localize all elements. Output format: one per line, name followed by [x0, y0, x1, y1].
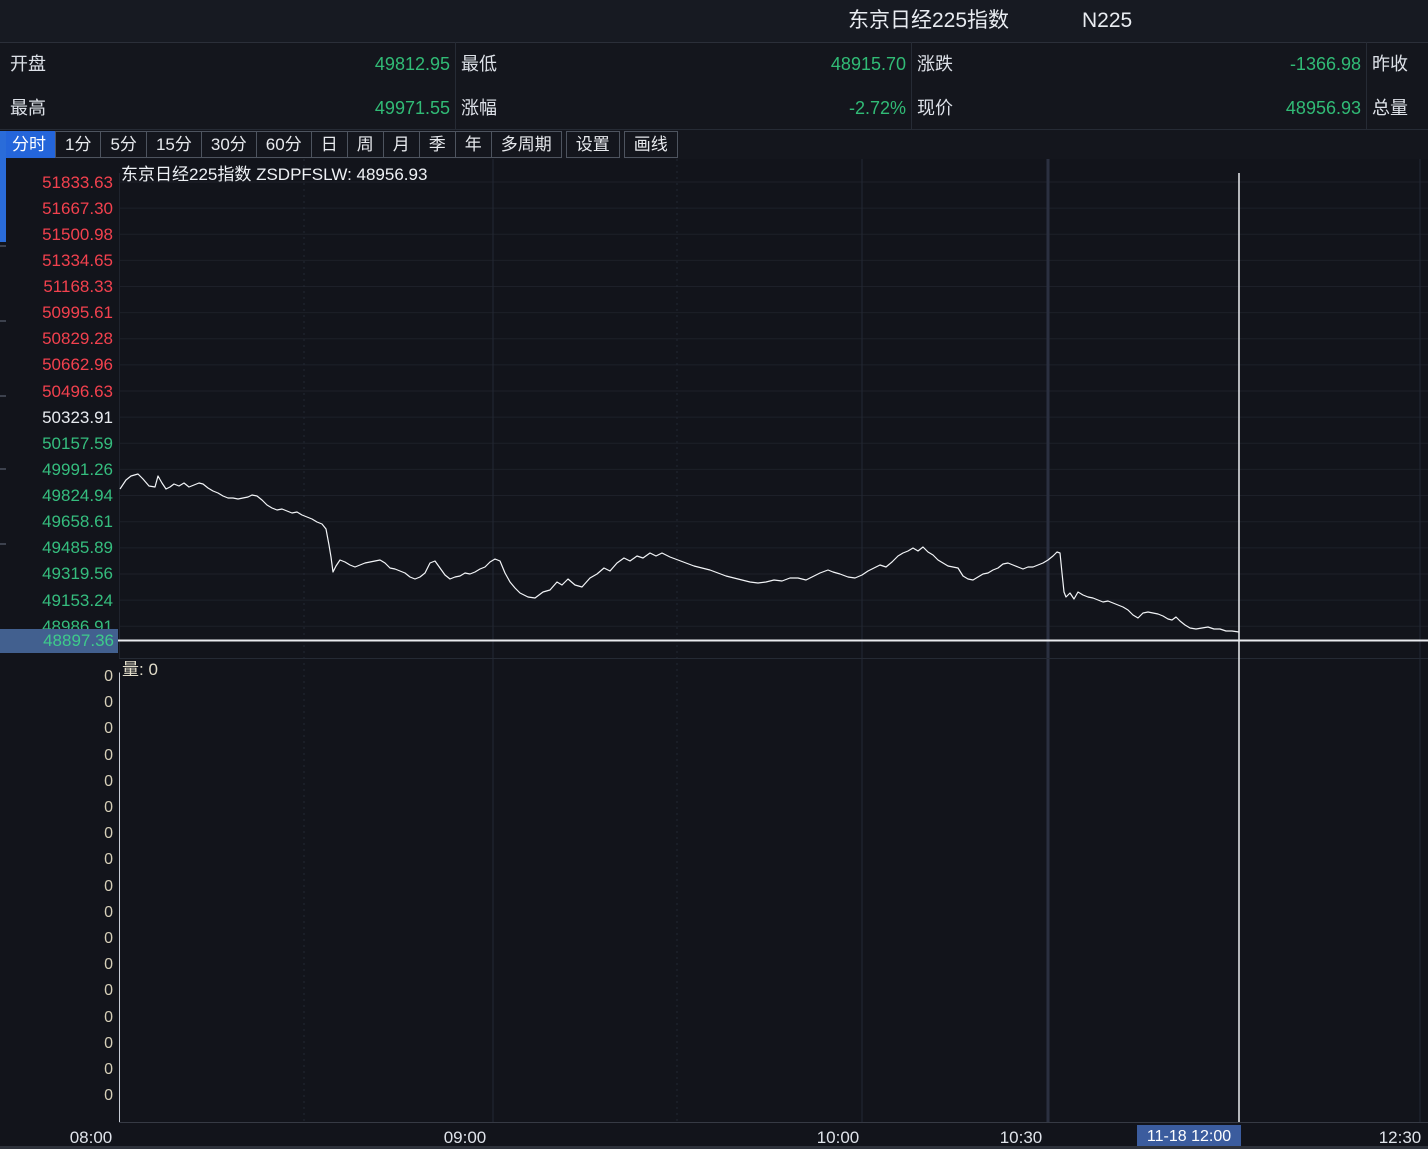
tab-item[interactable]: 日: [311, 131, 348, 158]
volume-axis-label: 0: [0, 746, 113, 766]
tab-item[interactable]: 季: [419, 131, 456, 158]
chart-legend: 东京日经225指数 ZSDPFSLW: 48956.93: [121, 160, 427, 185]
quote-field-label: 现价: [917, 86, 953, 130]
quote-field-label: 昨收: [1372, 42, 1408, 86]
price-volume-chart: [0, 159, 1428, 1149]
left-scrollbar-thumb[interactable]: [0, 131, 6, 242]
volume-axis-label: 0: [0, 772, 113, 792]
tab-item[interactable]: 5分: [100, 131, 146, 158]
y-axis-label: 51168.33: [0, 276, 113, 297]
left-ruler-mark: [0, 468, 6, 470]
y-axis-label: 51500.98: [0, 224, 113, 245]
y-axis-label: 49658.61: [0, 511, 113, 532]
tab-item[interactable]: 1分: [55, 131, 101, 158]
price-line: [120, 474, 1239, 632]
chart-area: 东京日经225指数 ZSDPFSLW: 48956.93 量: 0 51833.…: [0, 159, 1428, 1149]
info-column-divider: [455, 42, 456, 130]
quote-field: 现价 48956.93: [911, 86, 1366, 130]
quote-info-row-2: 最高 49971.55涨幅 -2.72%现价 48956.93总量: [0, 86, 1428, 130]
volume-axis-label: 0: [0, 693, 113, 713]
left-ruler-mark: [0, 543, 6, 545]
y-axis-label: 49824.94: [0, 485, 113, 506]
tab-item[interactable]: 周: [347, 131, 384, 158]
y-axis-label: 49153.24: [0, 590, 113, 611]
quote-field-label: 开盘: [10, 42, 46, 86]
volume-axis-label: 0: [0, 824, 113, 844]
quote-info-row-1: 开盘 49812.95最低 48915.70涨跌 -1366.98昨收: [0, 42, 1428, 86]
y-axis-label: 50323.91: [0, 407, 113, 428]
quote-field: 最高 49971.55: [0, 86, 455, 130]
quote-field: 最低 48915.70: [455, 42, 911, 86]
tab-item[interactable]: 月: [383, 131, 420, 158]
y-axis-label: 51667.30: [0, 198, 113, 219]
tab-item[interactable]: 设置: [566, 131, 620, 158]
tab-item[interactable]: 多周期: [491, 131, 562, 158]
tab-item[interactable]: 年: [455, 131, 492, 158]
volume-axis-label: 0: [0, 850, 113, 870]
left-ruler-mark: [0, 395, 6, 397]
volume-axis-label: 0: [0, 719, 113, 739]
title-bar: 东京日经225指数 N225: [0, 0, 1428, 43]
symbol-code: N225: [1082, 0, 1132, 42]
y-axis-label: 50829.28: [0, 328, 113, 349]
period-tab-bar: 分时1分5分15分30分60分日周月季年多周期设置画线: [0, 130, 1428, 159]
quote-field-label: 总量: [1372, 86, 1408, 130]
quote-field-value: -2.72%: [849, 86, 906, 130]
tab-item[interactable]: 15分: [146, 131, 202, 158]
left-ruler-mark: [0, 320, 6, 322]
info-column-divider: [911, 42, 912, 130]
tab-item[interactable]: 画线: [624, 131, 678, 158]
volume-axis-label: 0: [0, 929, 113, 949]
quote-field-value: 49812.95: [375, 42, 450, 86]
volume-indicator-label: 量: 0: [122, 655, 158, 680]
volume-axis-label: 0: [0, 877, 113, 897]
volume-axis-label: 0: [0, 1034, 113, 1054]
quote-field-value: 48915.70: [831, 42, 906, 86]
volume-axis-label: 0: [0, 981, 113, 1001]
y-axis-label: 50496.63: [0, 381, 113, 402]
volume-axis-label: 0: [0, 903, 113, 923]
volume-axis-label: 0: [0, 667, 113, 687]
quote-field: 涨跌 -1366.98: [911, 42, 1366, 86]
quote-field-value: 48956.93: [1286, 86, 1361, 130]
page-title: 东京日经225指数: [848, 0, 1009, 42]
y-axis-label: 49991.26: [0, 459, 113, 480]
volume-axis-label: 0: [0, 1060, 113, 1080]
left-ruler-mark: [0, 245, 6, 247]
volume-axis-label: 0: [0, 955, 113, 975]
volume-axis-label: 0: [0, 798, 113, 818]
y-axis-label: 51334.65: [0, 250, 113, 271]
quote-field-label: 最高: [10, 86, 46, 130]
y-axis-label: 49319.56: [0, 563, 113, 584]
quote-field-value: 49971.55: [375, 86, 450, 130]
y-axis-label: 49485.89: [0, 537, 113, 558]
crosshair-price-tag: 48897.36: [0, 629, 118, 653]
y-axis-label: 50157.59: [0, 433, 113, 454]
trading-app-window: 东京日经225指数 N225 开盘 49812.95最低 48915.70涨跌 -13…: [0, 0, 1428, 1149]
quote-field: 涨幅 -2.72%: [455, 86, 911, 130]
tab-timeline[interactable]: 分时: [2, 131, 56, 158]
tab-item[interactable]: 60分: [256, 131, 312, 158]
quote-field-label: 最低: [461, 42, 497, 86]
y-axis-label: 50662.96: [0, 354, 113, 375]
y-axis-label: 50995.61: [0, 302, 113, 323]
quote-field-label: 涨跌: [917, 42, 953, 86]
quote-info-panel: 开盘 49812.95最低 48915.70涨跌 -1366.98昨收 最高 49971…: [0, 42, 1428, 130]
quote-field: 总量: [1366, 86, 1428, 130]
quote-field-label: 涨幅: [461, 86, 497, 130]
tab-item[interactable]: 30分: [201, 131, 257, 158]
info-column-divider: [1366, 42, 1367, 130]
quote-field: 昨收: [1366, 42, 1428, 86]
y-axis-label: 51833.63: [0, 172, 113, 193]
volume-axis-label: 0: [0, 1008, 113, 1028]
volume-axis-label: 0: [0, 1086, 113, 1106]
quote-field-value: -1366.98: [1290, 42, 1361, 86]
quote-field: 开盘 49812.95: [0, 42, 455, 86]
